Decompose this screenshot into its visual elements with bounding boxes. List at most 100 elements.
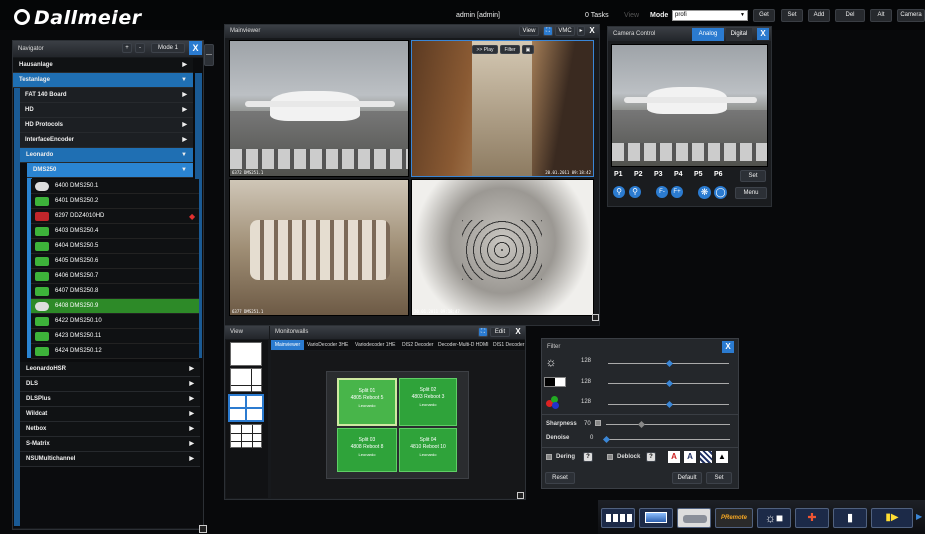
navigator-close-button[interactable]: X [189, 41, 202, 55]
filter-default-button[interactable]: Default [672, 472, 702, 484]
monitorwalls-close-button[interactable]: X [513, 327, 523, 337]
focus-far-icon[interactable]: F+ [671, 186, 683, 198]
vmc-button[interactable]: VMC [555, 26, 575, 36]
pattern-icon[interactable] [700, 451, 712, 463]
navigator-collapse-handle[interactable]: — [204, 44, 214, 66]
camera-item-6422[interactable]: 6422 DMS250.10 [31, 314, 199, 329]
resize-handle-icon[interactable] [199, 525, 207, 533]
tab-decoder-multi-d-hdmi[interactable]: Decoder-Multi-D HDMI [438, 340, 490, 350]
resize-handle-icon[interactable] [517, 492, 524, 499]
video-tile-4[interactable]: 20.01.2011 09:18:47 [411, 179, 594, 316]
dering-checkbox[interactable] [546, 454, 552, 460]
tree-node-nsumultichannel[interactable]: NSUMultichannel ▶ [20, 452, 200, 467]
preset-p4-button[interactable]: P4 [674, 171, 690, 181]
camera-item-6297[interactable]: 6297 DDZ4010HD ◆ [31, 209, 199, 224]
camera-control-preview[interactable] [611, 44, 768, 167]
layout-1plus5-icon[interactable] [230, 368, 263, 393]
denoise-slider[interactable] [606, 439, 730, 440]
tree-node-hd-protocols[interactable]: HD Protocols ▶ [20, 118, 193, 133]
camera-item-6408[interactable]: 6408 DMS250.9 [31, 299, 199, 314]
layout-icon[interactable] [601, 508, 635, 528]
sharpness-checkbox[interactable] [595, 420, 601, 426]
play-overlay-button[interactable]: >> Play [472, 45, 498, 54]
alt-button[interactable]: Alt [870, 9, 892, 22]
tree-node-testanlage[interactable]: Testanlage ▼ [13, 73, 193, 88]
video-tile-2[interactable]: >> Play Filter ▣ 20.01.2011 09:18:42 [411, 40, 594, 177]
tab-dis1-decoder[interactable]: DIS1 Decoder [493, 340, 525, 350]
camera-control-close-button[interactable]: X [757, 28, 769, 40]
tree-node-fat-140-board[interactable]: FAT 140 Board ▶ [20, 88, 193, 103]
camera-item-6405[interactable]: 6405 DMS250.6 [31, 254, 199, 269]
camera-menu-button[interactable]: Menu [735, 187, 767, 199]
preset-p1-button[interactable]: P1 [614, 171, 630, 181]
pointer-icon[interactable]: ✚ [795, 508, 829, 528]
camera-item-6404[interactable]: 6404 DMS250.5 [31, 239, 199, 254]
filter-set-button[interactable]: Set [706, 472, 732, 484]
filter-reset-button[interactable]: Reset [545, 472, 575, 484]
dering-help-icon[interactable]: ? [583, 452, 593, 462]
preset-p2-button[interactable]: P2 [634, 171, 650, 181]
zoom-out-icon[interactable]: ⚲ [629, 186, 641, 198]
tree-node-dlsplus[interactable]: DLSPlus ▶ [20, 392, 200, 407]
tree-node-wildcat[interactable]: Wildcat ▶ [20, 407, 200, 422]
tree-node-s-matrix[interactable]: S-Matrix ▶ [20, 437, 200, 452]
get-button[interactable]: Get [753, 9, 775, 22]
split-03[interactable]: Split 03 4808 Reboot 8 Leonardo [337, 428, 397, 472]
tab-variodecoder-3he[interactable]: VarioDecoder 3HE [307, 340, 352, 350]
auto-iris-icon[interactable]: ◯ [714, 186, 727, 199]
video-tile-1[interactable]: 6372 DMS251.1 [229, 40, 409, 177]
mainviewer-close-button[interactable]: X [587, 26, 597, 36]
camera-item-6401[interactable]: 6401 DMS250.2 [31, 194, 199, 209]
monitorwalls-edit-button[interactable]: Edit [490, 327, 510, 337]
set-button[interactable]: Set [781, 9, 803, 22]
del-button[interactable]: Del [835, 9, 865, 22]
camera-item-6424[interactable]: 6424 DMS250.12 [31, 344, 199, 359]
mainviewer-view-button[interactable]: View [519, 26, 539, 36]
preset-set-button[interactable]: Set [740, 170, 766, 182]
iris-icon[interactable]: ❋ [698, 186, 711, 199]
video-tile-3[interactable]: 6377 DMS251.1 [229, 179, 409, 316]
deblock-help-icon[interactable]: ? [646, 452, 656, 462]
camera-item-6406[interactable]: 6406 DMS250.7 [31, 269, 199, 284]
printer-icon[interactable] [677, 508, 711, 528]
focus-near-icon[interactable]: F- [656, 186, 668, 198]
camera-item-6400[interactable]: 6400 DMS250.1 [31, 179, 199, 194]
auto-adjust-icon[interactable]: A [668, 451, 680, 463]
tab-digital[interactable]: Digital [726, 28, 752, 41]
fullscreen-icon[interactable]: ⛶ [478, 327, 488, 337]
layout-2x2-icon[interactable] [228, 394, 264, 422]
tree-node-dls[interactable]: DLS ▶ [20, 377, 200, 392]
tree-node-leonardo[interactable]: Leonardo ▼ [20, 148, 193, 163]
camera-item-6403[interactable]: 6403 DMS250.4 [31, 224, 199, 239]
export-icon[interactable]: ▮▶ [871, 508, 913, 528]
dock-scroll-right-icon[interactable]: ▶ [916, 512, 924, 524]
camera-item-6423[interactable]: 6423 DMS250.11 [31, 329, 199, 344]
split-01[interactable]: Split 01 4805 Reboot 5 Leonardo [337, 378, 397, 426]
collapse-button[interactable]: - [135, 43, 145, 53]
brightness-icon[interactable]: ☼■ [757, 508, 791, 528]
mode-1-button[interactable]: Mode 1 [151, 43, 185, 53]
monitors-icon[interactable] [639, 508, 673, 528]
filter-overlay-button[interactable]: Filter [500, 45, 520, 54]
split-04[interactable]: Split 04 4810 Reboot 10 Leonardo [399, 428, 457, 472]
tree-node-interfaceencoder[interactable]: InterfaceEncoder ▶ [20, 133, 193, 148]
zoom-in-icon[interactable]: ⚲ [613, 186, 625, 198]
split-02[interactable]: Split 02 4803 Reboot 3 Leonardo [399, 378, 457, 426]
layout-3x3-icon[interactable] [230, 424, 263, 449]
tree-node-hausanlage[interactable]: Hausanlage ▶ [13, 58, 193, 73]
camera-button[interactable]: Camera [897, 9, 925, 22]
tree-node-leonardohsr[interactable]: LeonardoHSR ▶ [20, 362, 200, 377]
tree-node-dms250[interactable]: DMS250 ▼ [27, 163, 193, 178]
filter-close-button[interactable]: X [722, 341, 734, 353]
preset-p5-button[interactable]: P5 [694, 171, 710, 181]
deblock-checkbox[interactable] [607, 454, 613, 460]
info-icon[interactable]: ▮ [833, 508, 867, 528]
preset-p6-button[interactable]: P6 [714, 171, 730, 181]
resize-handle-icon[interactable] [592, 314, 599, 321]
tab-analog[interactable]: Analog [692, 28, 724, 41]
expand-button[interactable]: + [122, 43, 132, 53]
mode-select[interactable]: profi [672, 10, 748, 21]
tab-variodecoder-1he[interactable]: Variodecoder 1HE [355, 340, 400, 350]
tree-node-netbox[interactable]: Netbox ▶ [20, 422, 200, 437]
auto-level-icon[interactable]: A [684, 451, 696, 463]
